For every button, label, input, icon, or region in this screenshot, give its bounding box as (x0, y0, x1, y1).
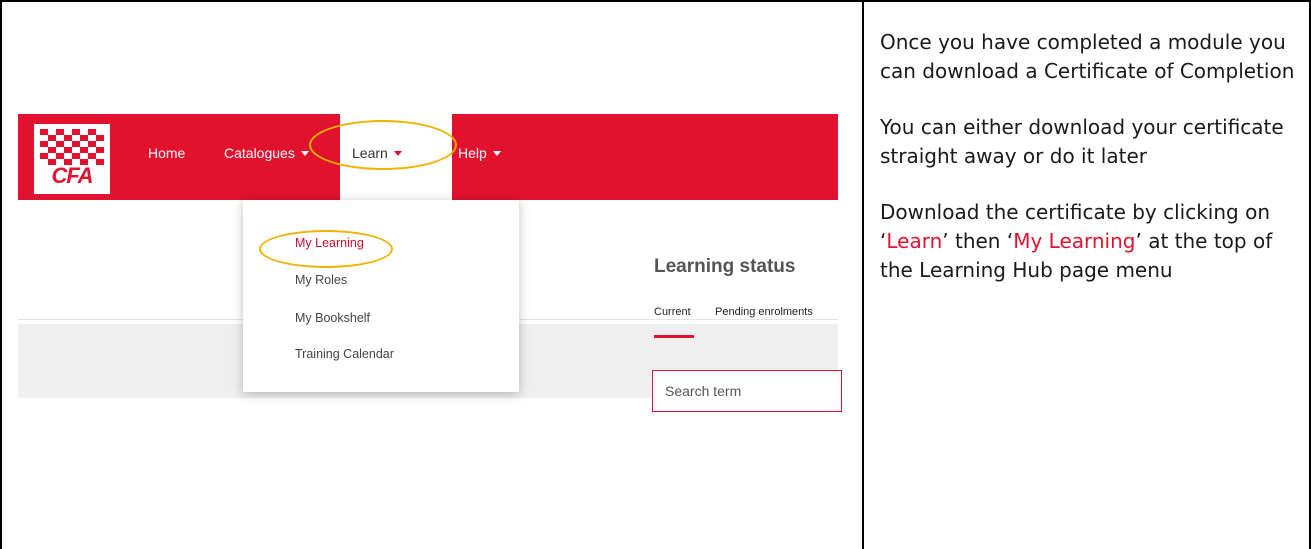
learn-dropdown-menu: My Learning My Roles My Bookshelf Traini… (243, 200, 519, 392)
tab-active-indicator (654, 335, 694, 338)
nav-catalogues-label: Catalogues (224, 145, 295, 161)
instruction-paragraph-2: You can either download your certificate… (880, 115, 1284, 168)
instruction-paragraph-3: Download the certificate by clicking on … (880, 198, 1300, 285)
menu-item-my-bookshelf[interactable]: My Bookshelf (295, 311, 370, 325)
screenshot-panel: CFA Home Catalogues Learn Help Learning … (2, 2, 862, 549)
nav-home-label: Home (148, 145, 186, 161)
nav-catalogues[interactable]: Catalogues (224, 145, 309, 161)
cfa-logo[interactable]: CFA (34, 124, 110, 194)
learning-hub-screenshot: CFA Home Catalogues Learn Help Learning … (18, 114, 842, 432)
instruction-highlight-learn: Learn (886, 229, 943, 253)
menu-item-my-roles[interactable]: My Roles (295, 273, 347, 287)
caret-down-icon (492, 150, 501, 156)
nav-help[interactable]: Help (458, 145, 501, 161)
highlight-ellipse-learn (309, 120, 457, 170)
column-divider (862, 0, 864, 549)
menu-item-training-calendar[interactable]: Training Calendar (295, 347, 394, 361)
highlight-ellipse-my-learning (259, 230, 393, 268)
nav-home[interactable]: Home (148, 145, 185, 161)
instruction-text-part: ’ then ‘ (942, 229, 1014, 253)
instruction-text: Once you have completed a module you can… (880, 28, 1300, 312)
instruction-paragraph-1: Once you have completed a module you can… (880, 30, 1295, 83)
caret-down-icon (300, 150, 309, 156)
instruction-highlight-my-learning: My Learning (1013, 229, 1136, 253)
search-input[interactable] (653, 371, 835, 411)
logo-text: CFA (51, 163, 94, 188)
nav-help-label: Help (458, 145, 487, 161)
tab-current[interactable]: Current (654, 306, 691, 318)
checkered-flag-icon (40, 129, 104, 165)
tab-pending-enrolments[interactable]: Pending enrolments (715, 306, 813, 318)
search-box (652, 370, 842, 412)
learning-status-title: Learning status (654, 256, 796, 277)
